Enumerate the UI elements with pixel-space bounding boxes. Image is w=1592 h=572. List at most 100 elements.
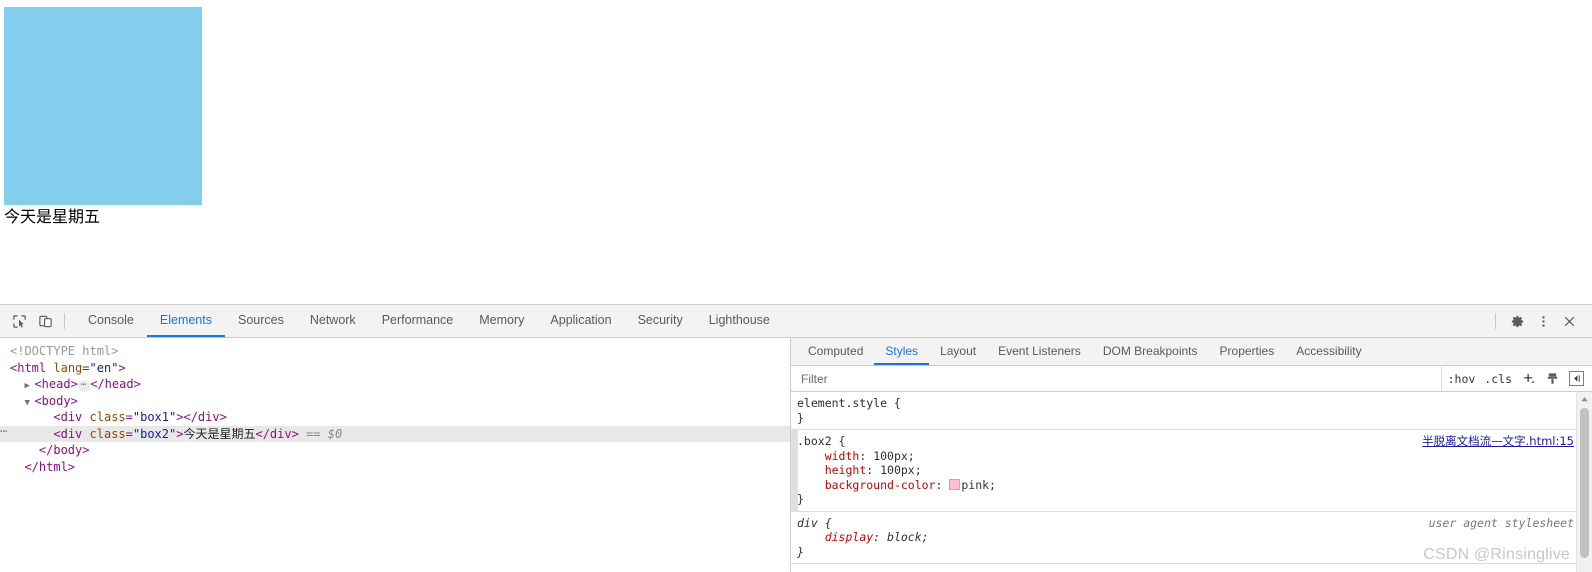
styles-tabbar: Computed Styles Layout Event Listeners D… [791, 338, 1592, 366]
tab-memory[interactable]: Memory [466, 305, 537, 337]
box1-endtag: </div> [183, 410, 227, 424]
user-agent-div-rule[interactable]: user agent stylesheet div { display: blo… [791, 512, 1592, 564]
dom-row-html-close[interactable]: </html> [0, 459, 790, 476]
element-style-selector[interactable]: element.style { [797, 396, 1592, 411]
ua-prop-display: display [824, 530, 874, 544]
devtools-panel: Console Elements Sources Network Perform… [0, 304, 1592, 572]
selected-node-marker: == $0 [306, 426, 343, 441]
box2-close: } [797, 492, 804, 506]
tab-layout[interactable]: Layout [929, 338, 987, 365]
tab-console[interactable]: Console [75, 305, 147, 337]
page-viewport: 今天是星期五 [0, 0, 1592, 304]
element-state-paintbrush-icon[interactable] [1545, 371, 1560, 386]
devtools-tabbar: Console Elements Sources Network Perform… [0, 305, 1592, 338]
styles-scrollbar[interactable] [1576, 392, 1592, 572]
tab-network[interactable]: Network [297, 305, 369, 337]
tab-properties[interactable]: Properties [1209, 338, 1286, 365]
close-icon[interactable] [1556, 308, 1582, 334]
box2-declaration-height[interactable]: height: 100px; [797, 463, 1592, 478]
box1-class-attr: class [89, 410, 126, 424]
html-lang-value: "en" [89, 360, 119, 375]
element-style-selector-text: element.style { [797, 396, 901, 410]
dom-row-head[interactable]: ▶ <head> ⋯ </head> [0, 376, 790, 393]
box1-class-value: "box1" [132, 410, 177, 424]
box2-text-node: 今天是星期五 [183, 426, 256, 441]
user-agent-origin-label: user agent stylesheet [1428, 515, 1574, 530]
hov-button[interactable]: :hov [1448, 372, 1476, 386]
scrollbar-up-arrow-icon[interactable] [1577, 392, 1592, 407]
tab-performance[interactable]: Performance [369, 305, 467, 337]
element-style-close: } [797, 410, 804, 425]
box1-eq: = [125, 410, 133, 424]
css-rules-list[interactable]: element.style { } 半脱离文档流—文字.html:15 .box… [791, 392, 1592, 572]
dom-row-html-open[interactable]: <html lang="en"> [0, 360, 790, 377]
styles-filter-row: :hov .cls [791, 366, 1592, 392]
cls-button[interactable]: .cls [1484, 372, 1512, 386]
scrollbar-thumb[interactable] [1580, 408, 1589, 558]
ua-val-display: block; [887, 530, 929, 544]
dom-row-div-box2[interactable]: ⋯ <div class="box2">今天是星期五</div> == $0 [0, 423, 790, 442]
tab-styles[interactable]: Styles [874, 338, 930, 365]
styles-filter-actions: :hov .cls [1440, 366, 1592, 391]
tab-security[interactable]: Security [625, 305, 696, 337]
box2-declaration-width[interactable]: width: 100px; [797, 449, 1592, 464]
element-style-rule[interactable]: element.style { } [791, 392, 1592, 430]
dom-row-div-box1[interactable]: <div class="box1"></div> [0, 409, 790, 426]
toggle-sidebar-icon[interactable] [1569, 371, 1584, 386]
box2-prop-background-color[interactable]: background-color [825, 478, 936, 492]
right-icons-divider [1495, 313, 1496, 329]
devtools-right-icons [1493, 305, 1592, 337]
blue-box-div [4, 7, 202, 205]
gear-icon[interactable] [1504, 308, 1530, 334]
styles-filter-input[interactable] [791, 370, 1441, 387]
toolbar-divider [64, 313, 65, 329]
tab-sources[interactable]: Sources [225, 305, 297, 337]
element-more-icon[interactable]: ⋯ [0, 423, 7, 440]
body-close-tag: </body> [38, 443, 90, 457]
box2-prop-height[interactable]: height [825, 463, 867, 477]
html-close-tag: </html> [24, 459, 76, 474]
body-open-tag: <body> [34, 393, 78, 408]
devtools-tool-icons [0, 305, 75, 337]
dom-tree-pane[interactable]: <!DOCTYPE html> <html lang="en"> ▶ <head>… [0, 338, 791, 572]
box2-tag: div [60, 426, 83, 441]
html-lang-attr: lang [53, 360, 83, 375]
box2-prop-width[interactable]: width [825, 449, 860, 463]
doctype-text: <!DOCTYPE html> [10, 344, 119, 358]
tab-dom-breakpoints[interactable]: DOM Breakpoints [1092, 338, 1209, 365]
devtools-body: <!DOCTYPE html> <html lang="en"> ▶ <head>… [0, 338, 1592, 572]
box2-val-background-color[interactable]: pink; [961, 478, 996, 492]
box2-rule[interactable]: 半脱离文档流—文字.html:15 .box2 { width: 100px; … [791, 430, 1592, 512]
inspect-element-icon[interactable] [6, 308, 32, 334]
box2-lt: < [53, 426, 61, 441]
ua-declaration-display[interactable]: display: block; [797, 530, 1592, 545]
pink-box-div-with-text: 今天是星期五 [4, 207, 101, 226]
tab-lighthouse[interactable]: Lighthouse [696, 305, 783, 337]
box1-lt: < [53, 410, 61, 424]
tab-accessibility[interactable]: Accessibility [1285, 338, 1372, 365]
box2-val-width[interactable]: 100px; [873, 449, 915, 463]
box2-class-value: "box2" [132, 426, 177, 441]
box2-selector-text: .box2 { [797, 434, 846, 448]
collapsed-children-icon[interactable]: ⋯ [77, 380, 91, 392]
device-toolbar-icon[interactable] [32, 308, 58, 334]
box2-sp [82, 427, 89, 441]
box2-declaration-background-color[interactable]: background-color: pink; [797, 478, 1592, 493]
box1-tag: div [60, 410, 83, 424]
dom-row-body-close[interactable]: </body> [0, 442, 790, 459]
dom-row-body-open[interactable]: ▼ <body> [0, 393, 790, 410]
ua-colon-display: : [873, 530, 888, 544]
box2-class-attr: class [89, 426, 126, 441]
new-style-rule-button[interactable] [1521, 371, 1536, 386]
tab-application[interactable]: Application [537, 305, 624, 337]
tab-computed[interactable]: Computed [797, 338, 874, 365]
tab-elements[interactable]: Elements [146, 305, 225, 337]
devtools-tab-list: Console Elements Sources Network Perform… [75, 305, 1493, 337]
dom-row-doctype[interactable]: <!DOCTYPE html> [0, 343, 790, 360]
kebab-menu-icon[interactable] [1530, 308, 1556, 334]
color-swatch-icon[interactable] [949, 478, 961, 490]
box2-rule-origin-link[interactable]: 半脱离文档流—文字.html:15 [1422, 434, 1574, 449]
box2-val-height[interactable]: 100px; [880, 463, 922, 477]
tab-event-listeners[interactable]: Event Listeners [987, 338, 1092, 365]
html-eq: = [82, 360, 90, 375]
